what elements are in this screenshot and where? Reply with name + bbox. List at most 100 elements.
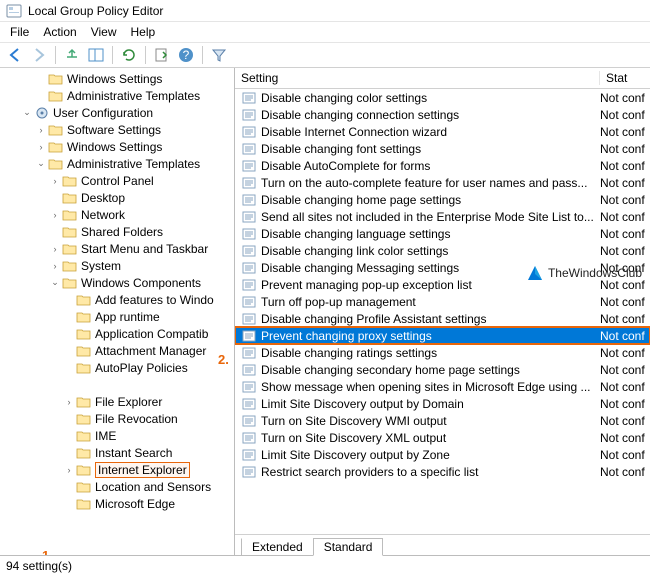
setting-icon [241, 278, 257, 292]
folder-icon [76, 497, 92, 511]
chevron-right-icon[interactable]: › [34, 125, 48, 135]
setting-label: Turn on the auto-complete feature for us… [261, 176, 600, 190]
setting-row[interactable]: Limit Site Discovery output by DomainNot… [235, 395, 650, 412]
setting-state: Not conf [600, 142, 650, 156]
setting-state: Not conf [600, 363, 650, 377]
setting-row[interactable]: Turn on the auto-complete feature for us… [235, 174, 650, 191]
tree-item[interactable]: File Revocation [0, 410, 234, 427]
window-title: Local Group Policy Editor [28, 4, 163, 18]
panes-button[interactable] [85, 44, 107, 66]
menu-help[interactable]: Help [125, 24, 162, 40]
list-panel: Setting Stat Disable changing color sett… [235, 68, 650, 555]
tree-item[interactable]: › Control Panel [0, 172, 234, 189]
setting-row[interactable]: Disable changing ratings settingsNot con… [235, 344, 650, 361]
setting-row[interactable]: Disable changing language settingsNot co… [235, 225, 650, 242]
up-button[interactable] [61, 44, 83, 66]
app-icon [6, 3, 22, 19]
tree-item[interactable]: Desktop [0, 189, 234, 206]
back-button[interactable] [4, 44, 26, 66]
column-state[interactable]: Stat [600, 71, 650, 85]
tree-item[interactable]: Location and Sensors [0, 478, 234, 495]
tree-item[interactable]: Microsoft Edge [0, 495, 234, 512]
menu-view[interactable]: View [85, 24, 123, 40]
tab-extended[interactable]: Extended [241, 538, 314, 556]
tree-item[interactable]: ›System [0, 257, 234, 274]
setting-row[interactable]: Limit Site Discovery output by ZoneNot c… [235, 446, 650, 463]
tree-item[interactable]: App runtime [0, 308, 234, 325]
setting-row[interactable]: Prevent changing proxy settingsNot conf [235, 327, 650, 344]
settings-list[interactable]: Disable changing color settingsNot confD… [235, 89, 650, 534]
menu-action[interactable]: Action [37, 24, 82, 40]
setting-row[interactable]: Disable Internet Connection wizardNot co… [235, 123, 650, 140]
tree-item[interactable]: ›Windows Settings [0, 138, 234, 155]
setting-row[interactable]: Turn on Site Discovery WMI outputNot con… [235, 412, 650, 429]
setting-row[interactable]: Send all sites not included in the Enter… [235, 208, 650, 225]
setting-row[interactable]: Disable changing font settingsNot conf [235, 140, 650, 157]
chevron-right-icon[interactable]: › [48, 261, 62, 271]
column-setting[interactable]: Setting [235, 71, 600, 85]
setting-row[interactable]: Disable AutoComplete for formsNot conf [235, 157, 650, 174]
tree-item[interactable]: ›Network [0, 206, 234, 223]
forward-button[interactable] [28, 44, 50, 66]
setting-row[interactable]: Disable changing link color settingsNot … [235, 242, 650, 259]
chevron-right-icon[interactable]: › [48, 210, 62, 220]
setting-row[interactable]: Prevent managing pop-up exception listNo… [235, 276, 650, 293]
setting-label: Turn on Site Discovery XML output [261, 431, 600, 445]
filter-button[interactable] [208, 44, 230, 66]
folder-icon [62, 242, 78, 256]
setting-state: Not conf [600, 346, 650, 360]
tree-item-label: Microsoft Edge [95, 497, 175, 511]
tree-item[interactable]: Windows Settings [0, 70, 234, 87]
tree-item[interactable]: Attachment Manager [0, 342, 234, 359]
tree-item[interactable]: Add features to Windo [0, 291, 234, 308]
setting-row[interactable]: Show message when opening sites in Micro… [235, 378, 650, 395]
setting-row[interactable]: Disable changing home page settingsNot c… [235, 191, 650, 208]
setting-label: Show message when opening sites in Micro… [261, 380, 600, 394]
tree-panel[interactable]: Windows SettingsAdministrative Templates… [0, 68, 235, 555]
tree-item[interactable]: ⌄Windows Components [0, 274, 234, 291]
status-text: 94 setting(s) [6, 559, 72, 573]
setting-label: Disable changing ratings settings [261, 346, 600, 360]
setting-row[interactable]: Restrict search providers to a specific … [235, 463, 650, 480]
setting-label: Turn on Site Discovery WMI output [261, 414, 600, 428]
folder-icon [76, 344, 92, 358]
tree-item[interactable]: AutoPlay Policies [0, 359, 234, 376]
tree-item[interactable]: ›File Explorer [0, 393, 234, 410]
tree-item[interactable]: Application Compatib [0, 325, 234, 342]
help-button[interactable] [175, 44, 197, 66]
chevron-down-icon[interactable]: ⌄ [48, 277, 62, 288]
tree-item[interactable] [0, 376, 234, 393]
tab-standard[interactable]: Standard [313, 538, 384, 556]
setting-row[interactable]: Disable changing secondary home page set… [235, 361, 650, 378]
setting-row[interactable]: Disable changing Messaging settingsNot c… [235, 259, 650, 276]
chevron-down-icon[interactable]: ⌄ [34, 158, 48, 169]
chevron-right-icon[interactable]: › [34, 142, 48, 152]
folder-icon [76, 395, 92, 409]
tree-item[interactable]: ›Software Settings [0, 121, 234, 138]
tree-item[interactable]: ⌄User Configuration [0, 104, 234, 121]
setting-row[interactable]: Turn off pop-up managementNot conf [235, 293, 650, 310]
refresh-button[interactable] [118, 44, 140, 66]
tree-item[interactable]: ›Start Menu and Taskbar [0, 240, 234, 257]
tree-item[interactable]: ›Internet Explorer [0, 461, 234, 478]
tree-item[interactable]: Instant Search [0, 444, 234, 461]
chevron-right-icon[interactable]: › [48, 244, 62, 254]
tree-item[interactable]: Shared Folders [0, 223, 234, 240]
setting-row[interactable]: Turn on Site Discovery XML outputNot con… [235, 429, 650, 446]
export-button[interactable] [151, 44, 173, 66]
setting-row[interactable]: Disable changing Profile Assistant setti… [235, 310, 650, 327]
setting-row[interactable]: Disable changing color settingsNot conf [235, 89, 650, 106]
setting-icon [241, 244, 257, 258]
setting-row[interactable]: Disable changing connection settingsNot … [235, 106, 650, 123]
tree-item-label: Control Panel [81, 174, 154, 188]
tree-item[interactable]: Administrative Templates [0, 87, 234, 104]
main-area: Windows SettingsAdministrative Templates… [0, 68, 650, 555]
setting-state: Not conf [600, 244, 650, 258]
chevron-right-icon[interactable]: › [48, 176, 62, 186]
chevron-right-icon[interactable]: › [62, 397, 76, 407]
menu-file[interactable]: File [4, 24, 35, 40]
tree-item[interactable]: ⌄Administrative Templates [0, 155, 234, 172]
chevron-right-icon[interactable]: › [62, 465, 76, 475]
chevron-down-icon[interactable]: ⌄ [20, 107, 34, 118]
tree-item[interactable]: IME [0, 427, 234, 444]
